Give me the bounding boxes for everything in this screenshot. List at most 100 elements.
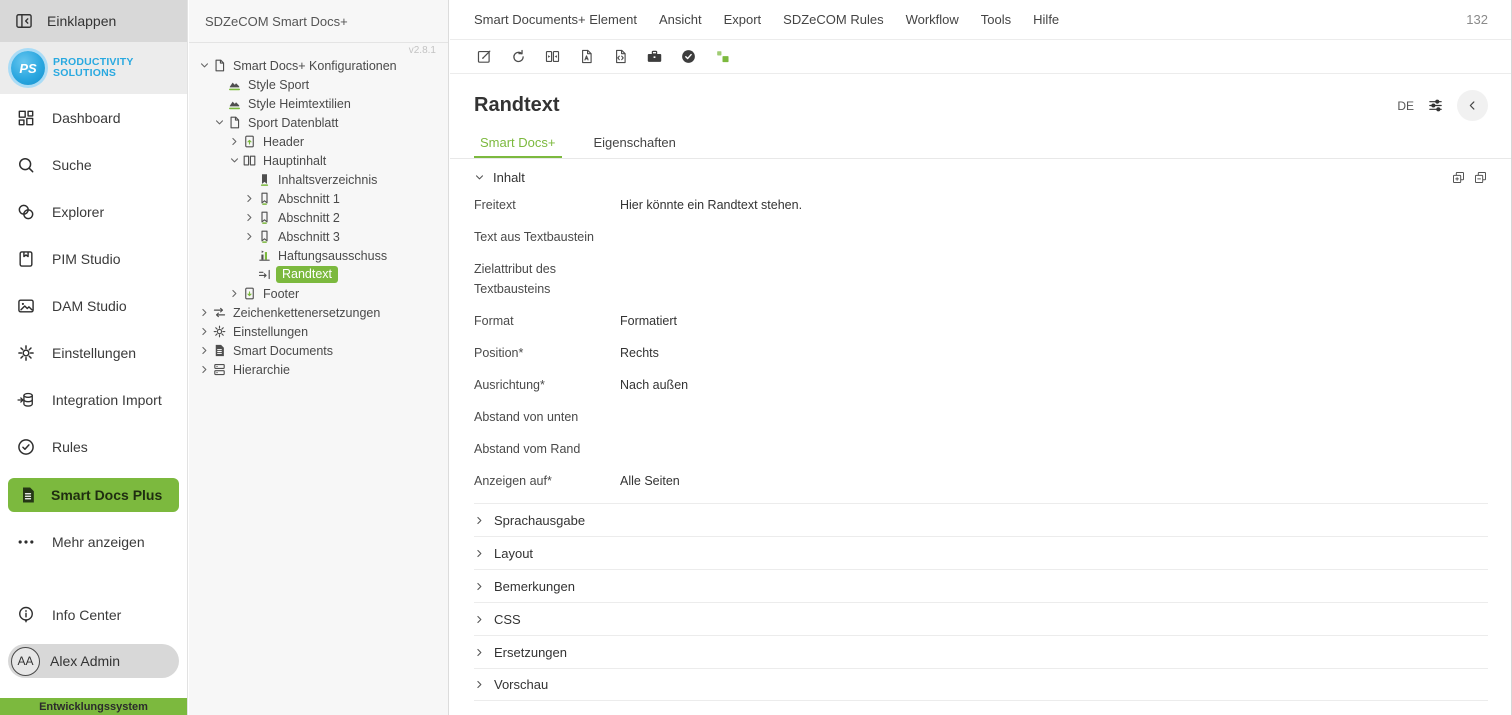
sidebar-item-integration-import[interactable]: Integration Import [0, 376, 187, 423]
field-label: Abstand von unten [474, 407, 620, 427]
collapsed-sections: Sprachausgabe Layout Bemerkungen CSS Ers… [474, 503, 1488, 701]
tree-item-sport-datenblatt[interactable]: Sport Datenblatt [189, 113, 448, 132]
code-export-icon[interactable] [609, 45, 631, 69]
section-sprachausgabe[interactable]: Sprachausgabe [474, 503, 1488, 536]
expander[interactable] [227, 154, 241, 168]
sidebar-item-rules[interactable]: Rules [0, 423, 187, 470]
tree-item-smart-documents[interactable]: Smart Documents [189, 341, 448, 360]
document-icon [212, 343, 228, 358]
dashboard-grid-icon [16, 108, 36, 128]
tree-item-smart-docs-konfigurationen[interactable]: Smart Docs+ Konfigurationen [189, 56, 448, 75]
tree-item-inhaltsverzeichnis[interactable]: Inhaltsverzeichnis [189, 170, 448, 189]
menu-ansicht[interactable]: Ansicht [659, 12, 702, 27]
edit-icon[interactable] [473, 45, 495, 69]
expander[interactable] [212, 116, 226, 130]
pdf-export-icon[interactable] [575, 45, 597, 69]
tab-eigenschaften[interactable]: Eigenschaften [588, 130, 682, 158]
language-indicator[interactable]: DE [1397, 99, 1414, 113]
book-compare-icon[interactable] [541, 45, 563, 69]
display-settings-button[interactable] [1427, 97, 1444, 114]
margin-text-icon [257, 267, 273, 282]
collapse-detail-button[interactable] [1457, 90, 1488, 121]
sidebar-item-dam-studio[interactable]: DAM Studio [0, 282, 187, 329]
expand-all-icon[interactable] [1451, 170, 1466, 185]
tab-smart-docs[interactable]: Smart Docs+ [474, 130, 562, 158]
field-value[interactable]: Rechts [620, 343, 1488, 363]
section-inhalt[interactable]: Inhalt [474, 159, 1488, 195]
collapse-panel-icon [14, 11, 34, 31]
field-value[interactable]: Formatiert [620, 311, 1488, 331]
tree-item-style-heimtextilien[interactable]: Style Heimtextilien [189, 94, 448, 113]
refresh-icon[interactable] [507, 45, 529, 69]
expander[interactable] [242, 192, 256, 206]
sidebar-item-smart-docs-plus[interactable]: Smart Docs Plus [8, 478, 179, 512]
expander[interactable] [227, 287, 241, 301]
tree-item-footer[interactable]: Footer [189, 284, 448, 303]
chevron-right-icon [229, 288, 240, 299]
user-name: Alex Admin [50, 653, 120, 669]
page-title: Randtext [474, 94, 560, 117]
bookmark-outline-icon [257, 191, 273, 206]
field-value[interactable] [620, 227, 1488, 247]
expander[interactable] [197, 306, 211, 320]
validate-check-icon[interactable] [677, 45, 699, 69]
main-panel: Smart Documents+ Element Ansicht Export … [450, 0, 1512, 715]
briefcase-icon[interactable] [643, 45, 665, 69]
field-value[interactable] [620, 407, 1488, 427]
tree-item-style-sport[interactable]: Style Sport [189, 75, 448, 94]
sidebar: Einklappen PS PRODUCTIVITY SOLUTIONS Das… [0, 0, 188, 715]
sidebar-item-explorer[interactable]: Explorer [0, 188, 187, 235]
expander[interactable] [197, 325, 211, 339]
pdf-page-icon [212, 58, 228, 73]
tree-item-haftungsausschuss[interactable]: Haftungsausschuss [189, 246, 448, 265]
sidebar-item-info-center[interactable]: Info Center [0, 591, 187, 638]
expander[interactable] [227, 135, 241, 149]
tree-item-abschnitt-2[interactable]: Abschnitt 2 [189, 208, 448, 227]
sidebar-item-pim-studio[interactable]: PIM Studio [0, 235, 187, 282]
field-value[interactable] [620, 439, 1488, 459]
expander[interactable] [197, 59, 211, 73]
tree-item-randtext[interactable]: Randtext [189, 265, 448, 284]
chart-icon [257, 248, 273, 263]
tree-item-header[interactable]: Header [189, 132, 448, 151]
expander[interactable] [197, 344, 211, 358]
structure-icon[interactable] [711, 45, 733, 69]
section-css[interactable]: CSS [474, 602, 1488, 635]
tree-item-zeichenkettenersetzungen[interactable]: Zeichenkettenersetzungen [189, 303, 448, 322]
tree-item-abschnitt-3[interactable]: Abschnitt 3 [189, 227, 448, 246]
field-value[interactable] [620, 259, 1488, 299]
section-bemerkungen[interactable]: Bemerkungen [474, 569, 1488, 602]
menu-sdzecom-rules[interactable]: SDZeCOM Rules [783, 12, 883, 27]
collapse-all-icon[interactable] [1473, 170, 1488, 185]
field-value[interactable]: Nach außen [620, 375, 1488, 395]
tree-item-hierarchie[interactable]: Hierarchie [189, 360, 448, 379]
sidebar-item-suche[interactable]: Suche [0, 141, 187, 188]
field-label: Abstand vom Rand [474, 439, 620, 459]
expander[interactable] [242, 230, 256, 244]
menu-smart-documents-element[interactable]: Smart Documents+ Element [474, 12, 637, 27]
expander[interactable] [242, 211, 256, 225]
user-menu[interactable]: AA Alex Admin [8, 644, 179, 678]
section-layout[interactable]: Layout [474, 536, 1488, 569]
tree-item-hauptinhalt[interactable]: Hauptinhalt [189, 151, 448, 170]
sidebar-item-einstellungen[interactable]: Einstellungen [0, 329, 187, 376]
section-vorschau[interactable]: Vorschau [474, 668, 1488, 701]
menu-workflow[interactable]: Workflow [906, 12, 959, 27]
menu-tools[interactable]: Tools [981, 12, 1011, 27]
field-value[interactable]: Alle Seiten [620, 471, 1488, 491]
tree-panel: SDZeCOM Smart Docs+ v2.8.1 Smart Docs+ K… [189, 0, 449, 715]
field-value[interactable]: Hier könnte ein Randtext stehen. [620, 195, 1488, 215]
field-label: Anzeigen auf* [474, 471, 620, 491]
tree-item-einstellungen[interactable]: Einstellungen [189, 322, 448, 341]
menu-hilfe[interactable]: Hilfe [1033, 12, 1059, 27]
sidebar-nav: Dashboard Suche Explorer PIM Studio DAM … [0, 94, 187, 715]
sidebar-item-dashboard[interactable]: Dashboard [0, 94, 187, 141]
menu-export[interactable]: Export [724, 12, 762, 27]
sidebar-collapse-button[interactable]: Einklappen [0, 0, 187, 42]
gear-icon [16, 343, 36, 363]
tree-item-abschnitt-1[interactable]: Abschnitt 1 [189, 189, 448, 208]
section-ersetzungen[interactable]: Ersetzungen [474, 635, 1488, 668]
expander[interactable] [197, 363, 211, 377]
field-label: Position* [474, 343, 620, 363]
sidebar-item-mehr-anzeigen[interactable]: Mehr anzeigen [0, 518, 187, 565]
